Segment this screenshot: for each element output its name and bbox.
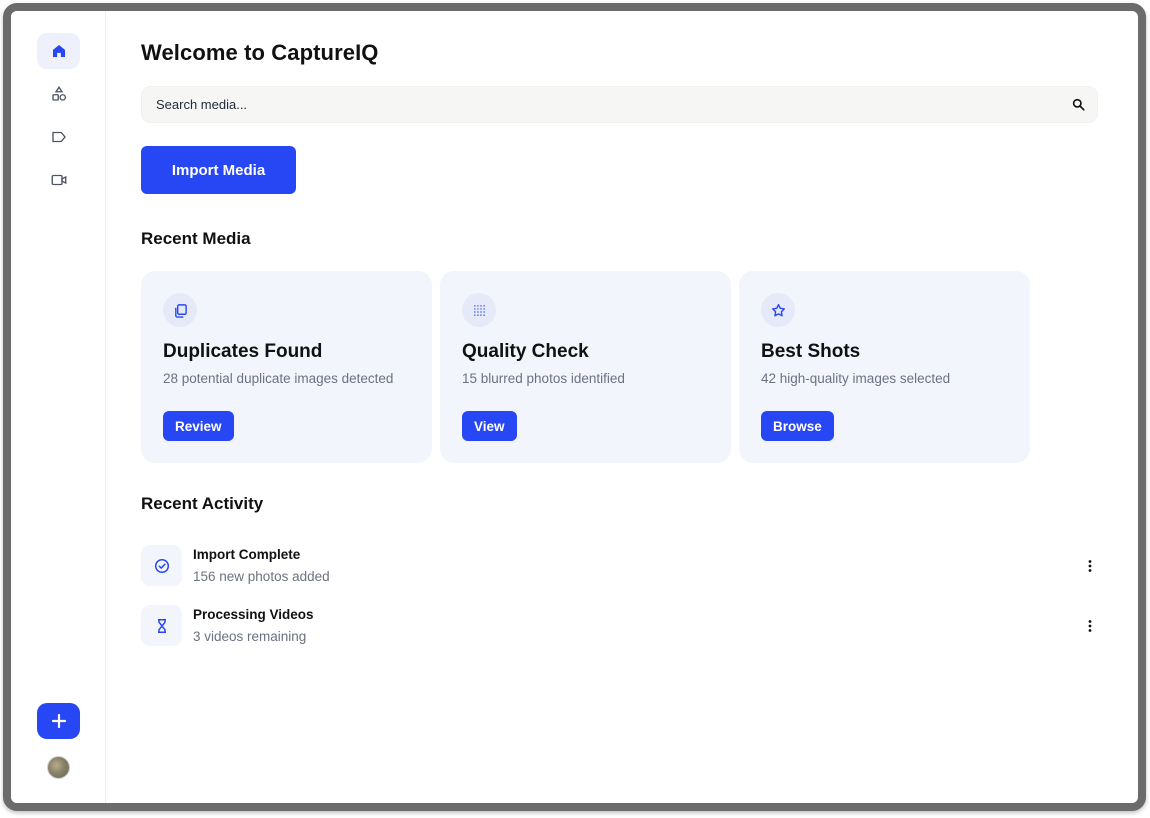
card-icon-wrap	[163, 293, 197, 327]
media-card-quality: Quality Check 15 blurred photos identifi…	[440, 271, 731, 463]
plus-icon	[51, 713, 66, 729]
media-card-duplicates: Duplicates Found 28 potential duplicate …	[141, 271, 432, 463]
more-vertical-icon[interactable]	[1082, 558, 1098, 574]
sidebar-item-home[interactable]	[37, 33, 80, 69]
card-description: 28 potential duplicate images detected	[163, 371, 394, 386]
search-icon[interactable]	[1072, 98, 1085, 111]
avatar[interactable]	[47, 756, 70, 779]
card-icon-wrap	[761, 293, 795, 327]
more-vertical-icon[interactable]	[1082, 618, 1098, 634]
card-description: 42 high-quality images selected	[761, 371, 951, 386]
tag-icon	[51, 131, 66, 143]
grid-dots-icon	[473, 304, 485, 316]
activity-subtitle: 156 new photos added	[193, 569, 330, 584]
activity-subtitle: 3 videos remaining	[193, 629, 307, 644]
page-title: Welcome to CaptureIQ	[141, 40, 379, 65]
sidebar-item-labels[interactable]	[37, 119, 80, 155]
view-button[interactable]: View	[462, 411, 517, 441]
duplicate-icon	[174, 303, 187, 318]
card-title: Duplicates Found	[163, 341, 323, 362]
activity-title: Processing Videos	[193, 607, 314, 622]
search-bar	[141, 86, 1098, 123]
hourglass-icon	[157, 618, 166, 633]
video-icon	[51, 174, 66, 186]
sidebar-item-videos[interactable]	[37, 162, 80, 198]
review-button[interactable]: Review	[163, 411, 234, 441]
add-button[interactable]	[37, 703, 80, 739]
sidebar-item-shapes[interactable]	[37, 76, 80, 112]
activity-item-import[interactable]: Import Complete 156 new photos added	[141, 545, 1098, 589]
check-circle-icon	[154, 558, 169, 573]
activity-item-processing[interactable]: Processing Videos 3 videos remaining	[141, 605, 1098, 649]
card-description: 15 blurred photos identified	[462, 371, 625, 386]
card-icon-wrap	[462, 293, 496, 327]
media-card-best-shots: Best Shots 42 high-quality images select…	[739, 271, 1030, 463]
activity-icon-wrap	[141, 545, 182, 586]
main-content: Welcome to CaptureIQ Import Media Recent…	[141, 11, 1138, 803]
search-input[interactable]	[156, 87, 1056, 122]
recent-media-heading: Recent Media	[141, 229, 251, 248]
activity-icon-wrap	[141, 605, 182, 646]
card-title: Quality Check	[462, 341, 589, 362]
card-title: Best Shots	[761, 341, 861, 362]
sidebar	[11, 11, 106, 803]
activity-title: Import Complete	[193, 547, 301, 562]
home-icon	[52, 45, 65, 57]
import-media-button[interactable]: Import Media	[141, 146, 296, 194]
star-icon	[771, 303, 785, 316]
browse-button[interactable]: Browse	[761, 411, 834, 441]
shapes-icon	[51, 86, 66, 101]
recent-activity-heading: Recent Activity	[141, 494, 264, 513]
app-window: Welcome to CaptureIQ Import Media Recent…	[3, 3, 1146, 811]
